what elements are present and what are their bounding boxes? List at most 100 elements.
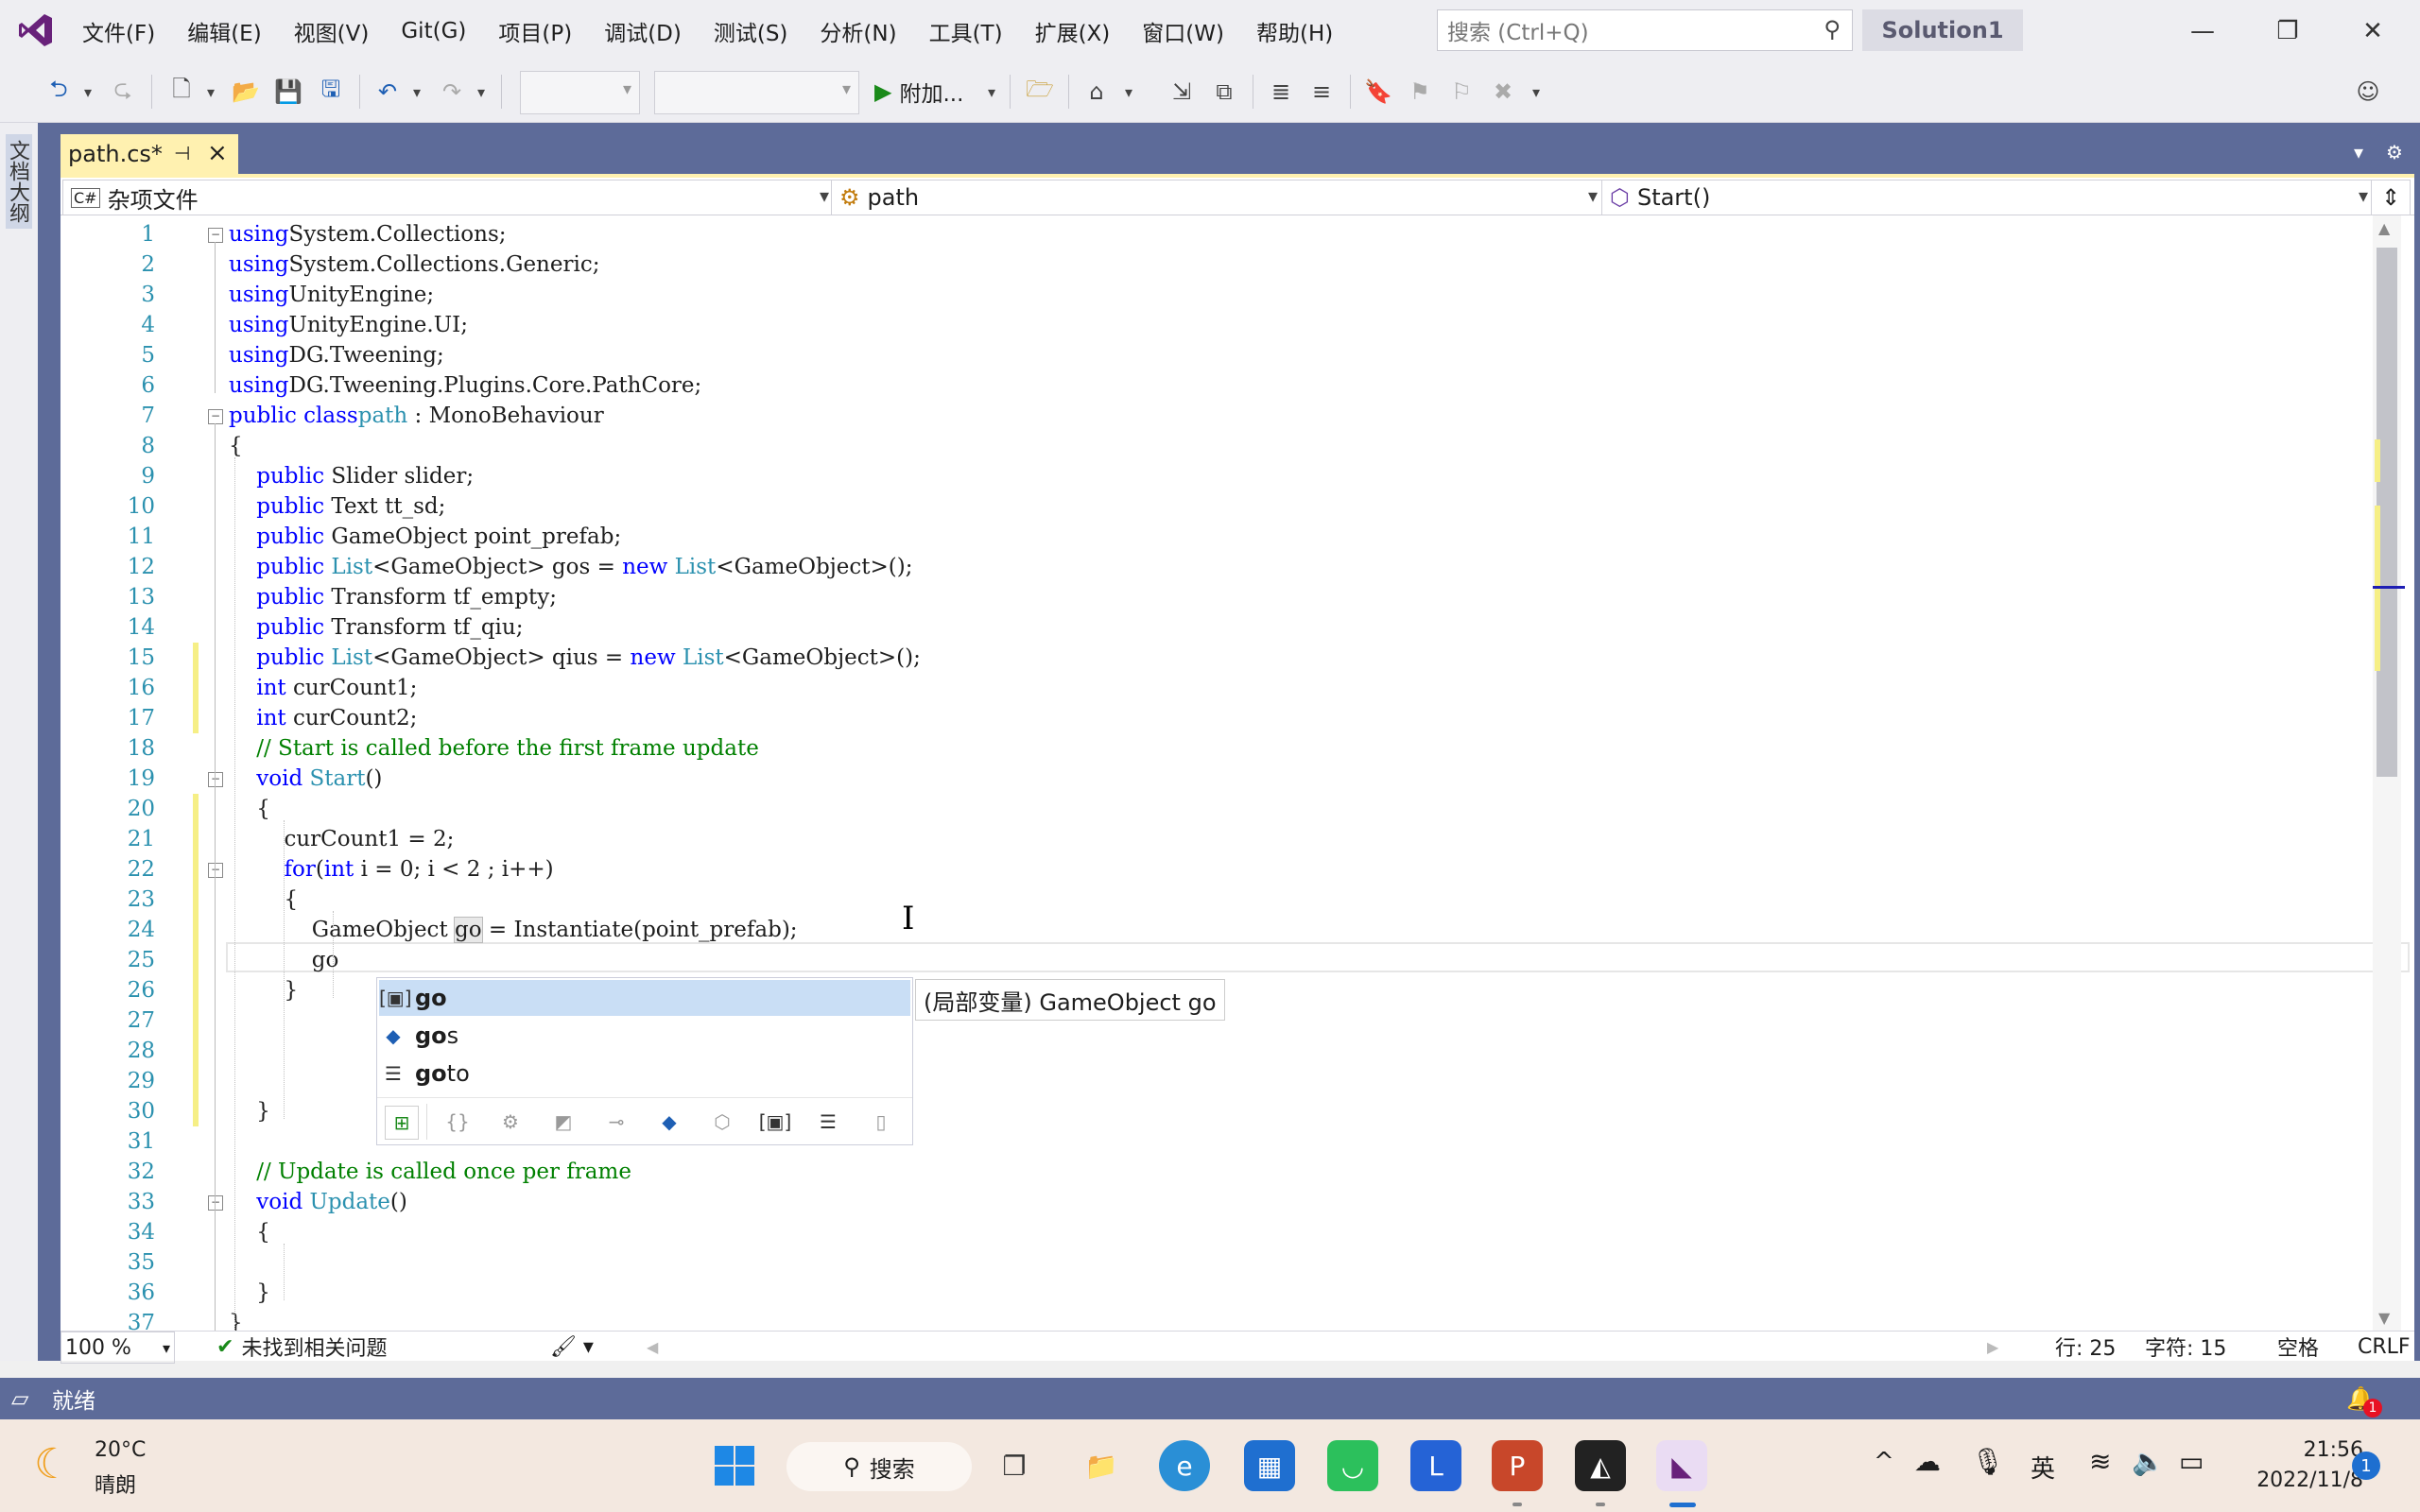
- indent-indicator[interactable]: 空格: [2277, 1332, 2319, 1362]
- menu-item-7[interactable]: 分析(N): [804, 0, 912, 61]
- filter-methods-icon[interactable]: ⬡: [706, 1106, 738, 1138]
- prev-bookmark-icon[interactable]: ⚑: [1401, 73, 1439, 111]
- member-combo[interactable]: ⬡ Start() ▾: [1601, 180, 2375, 215]
- show-hidden-icons-icon[interactable]: ^: [1874, 1448, 1894, 1476]
- comment-lines-icon[interactable]: ≣: [1262, 73, 1300, 111]
- code-line[interactable]: 1 usingSystem.Collections;: [60, 219, 2367, 249]
- clock-date[interactable]: 2022/11/8: [2212, 1469, 2363, 1492]
- code-line[interactable]: 4 usingUnityEngine.UI;: [60, 310, 2367, 340]
- menu-item-10[interactable]: 窗口(W): [1126, 0, 1240, 61]
- forward-icon[interactable]: ⮎: [104, 73, 142, 111]
- scroll-up-icon[interactable]: ▲: [2378, 219, 2390, 237]
- filter-keywords-icon[interactable]: ☰: [812, 1106, 844, 1138]
- code-line[interactable]: 18 // Start is called before the first f…: [60, 733, 2367, 764]
- menu-item-11[interactable]: 帮助(H): [1240, 0, 1349, 61]
- filter-locals-icon[interactable]: [▣]: [759, 1106, 792, 1138]
- code-line[interactable]: 37}: [60, 1308, 2367, 1331]
- save-all-icon[interactable]: 🖫: [312, 73, 350, 111]
- code-line[interactable]: 2 usingSystem.Collections.Generic;: [60, 249, 2367, 280]
- volume-icon[interactable]: 🔈: [2132, 1446, 2165, 1477]
- menu-item-1[interactable]: 编辑(E): [171, 0, 277, 61]
- column-indicator[interactable]: 字符: 15: [2145, 1332, 2226, 1362]
- filter-interfaces-icon[interactable]: ⊸: [600, 1106, 632, 1138]
- project-combo[interactable]: C# 杂项文件 ▾: [62, 180, 836, 215]
- toolbar-overflow-icon[interactable]: ▾: [1527, 73, 1546, 111]
- weather-moon-icon[interactable]: ☾: [34, 1440, 71, 1488]
- code-line[interactable]: 20 {: [60, 794, 2367, 824]
- uncomment-lines-icon[interactable]: ≡: [1303, 73, 1340, 111]
- code-line[interactable]: 7 public classpath : MonoBehaviour: [60, 401, 2367, 431]
- menu-item-8[interactable]: 工具(T): [913, 0, 1019, 61]
- attach-dropdown-icon[interactable]: ▾: [983, 73, 1000, 111]
- code-line[interactable]: 32 // Update is called once per frame: [60, 1157, 2367, 1187]
- battery-icon[interactable]: ▭: [2179, 1446, 2204, 1477]
- code-line[interactable]: 5 usingDG.Tweening;: [60, 340, 2367, 370]
- menu-item-6[interactable]: 测试(S): [698, 0, 804, 61]
- code-line[interactable]: 11 public GameObject point_prefab;: [60, 522, 2367, 552]
- scroll-down-icon[interactable]: ▼: [2378, 1309, 2390, 1327]
- tab-list-dropdown-icon[interactable]: ▾: [2344, 138, 2373, 166]
- menu-item-4[interactable]: 项目(P): [482, 0, 588, 61]
- start-debug-button[interactable]: ▶ 附加...: [874, 73, 997, 111]
- code-editor[interactable]: 1 usingSystem.Collections; 2 usingSystem.Co…: [60, 215, 2414, 1331]
- code-line[interactable]: 34 {: [60, 1217, 2367, 1247]
- solution-explorer-icon[interactable]: ⧉: [1205, 73, 1243, 111]
- fold-toggle-icon[interactable]: −: [208, 1195, 223, 1211]
- fold-toggle-icon[interactable]: −: [208, 772, 223, 787]
- pin-icon[interactable]: ⊣: [174, 142, 190, 164]
- unity-icon[interactable]: ◭: [1575, 1440, 1626, 1491]
- code-line[interactable]: 10 public Text tt_sd;: [60, 491, 2367, 522]
- split-window-icon[interactable]: ⇕: [2371, 180, 2411, 215]
- search-input[interactable]: 搜索 (Ctrl+Q) ⚲: [1437, 9, 1853, 51]
- code-line[interactable]: 9 public Slider slider;: [60, 461, 2367, 491]
- wechat-icon[interactable]: ◡: [1327, 1440, 1378, 1491]
- completion-item-gos[interactable]: ◆ gos: [379, 1018, 910, 1054]
- visual-studio-taskbar-icon[interactable]: ◣: [1656, 1440, 1707, 1491]
- minimize-icon[interactable]: —: [2160, 0, 2245, 61]
- code-line[interactable]: 6 usingDG.Tweening.Plugins.Core.PathCore;: [60, 370, 2367, 401]
- code-line[interactable]: 24 GameObject go = Instantiate(point_pre…: [60, 915, 2367, 945]
- code-line[interactable]: 35: [60, 1247, 2367, 1278]
- back-dropdown-icon[interactable]: ▾: [79, 73, 96, 111]
- zoom-combo[interactable]: 100 % ▾: [60, 1332, 175, 1364]
- line-indicator[interactable]: 行: 25: [2055, 1332, 2116, 1362]
- code-line[interactable]: 21 curCount1 = 2;: [60, 824, 2367, 854]
- microphone-icon[interactable]: 🎙: [1971, 1446, 2005, 1477]
- class-combo[interactable]: ⚙ path ▾: [831, 180, 1604, 215]
- code-line[interactable]: 12 public List<GameObject> gos = new Lis…: [60, 552, 2367, 582]
- completion-item-go[interactable]: [▣] go: [379, 980, 910, 1016]
- hscroll-right-icon[interactable]: ▶: [1987, 1332, 1998, 1362]
- step-into-icon[interactable]: ⇲: [1163, 73, 1201, 111]
- expand-filter-icon[interactable]: ⊞: [385, 1106, 419, 1140]
- filter-snippets-icon[interactable]: ▯: [865, 1106, 897, 1138]
- clock-time[interactable]: 21:56: [2240, 1438, 2363, 1462]
- configuration-combo[interactable]: [520, 71, 640, 114]
- code-line[interactable]: 23 {: [60, 885, 2367, 915]
- bookmark-icon[interactable]: 🔖: [1359, 73, 1397, 111]
- menu-item-5[interactable]: 调试(D): [588, 0, 698, 61]
- code-line[interactable]: 22 for(int i = 0; i < 2 ; i++): [60, 854, 2367, 885]
- cleanup-brush-icon[interactable]: 🖌 ▾: [550, 1332, 594, 1362]
- menu-item-0[interactable]: 文件(F): [66, 0, 171, 61]
- back-icon[interactable]: ⮌: [40, 73, 78, 111]
- clear-bookmarks-icon[interactable]: ✖: [1484, 73, 1522, 111]
- filter-classes-icon[interactable]: ⚙: [494, 1106, 527, 1138]
- code-line[interactable]: 33 void Update(): [60, 1187, 2367, 1217]
- open-file-icon[interactable]: 📂: [227, 73, 265, 111]
- powerpoint-icon[interactable]: P: [1492, 1440, 1543, 1491]
- edge-browser-icon[interactable]: e: [1159, 1440, 1210, 1491]
- code-line[interactable]: 8{: [60, 431, 2367, 461]
- fold-toggle-icon[interactable]: −: [208, 228, 223, 243]
- code-line[interactable]: 3 usingUnityEngine;: [60, 280, 2367, 310]
- tab-close-icon[interactable]: ×: [207, 139, 228, 167]
- menu-item-9[interactable]: 扩展(X): [1019, 0, 1127, 61]
- find-in-files-icon[interactable]: 🗁: [1021, 73, 1059, 111]
- completion-item-goto[interactable]: ☰ goto: [379, 1056, 910, 1091]
- redo-dropdown-icon[interactable]: ▾: [473, 73, 490, 111]
- notification-center-badge[interactable]: 1: [2352, 1452, 2380, 1480]
- code-line[interactable]: 25 go: [60, 945, 2367, 975]
- browser-icon[interactable]: ⌂: [1078, 73, 1115, 111]
- lark-app-icon[interactable]: L: [1410, 1440, 1461, 1491]
- close-icon[interactable]: ✕: [2330, 0, 2415, 61]
- filter-structs-icon[interactable]: ◩: [547, 1106, 579, 1138]
